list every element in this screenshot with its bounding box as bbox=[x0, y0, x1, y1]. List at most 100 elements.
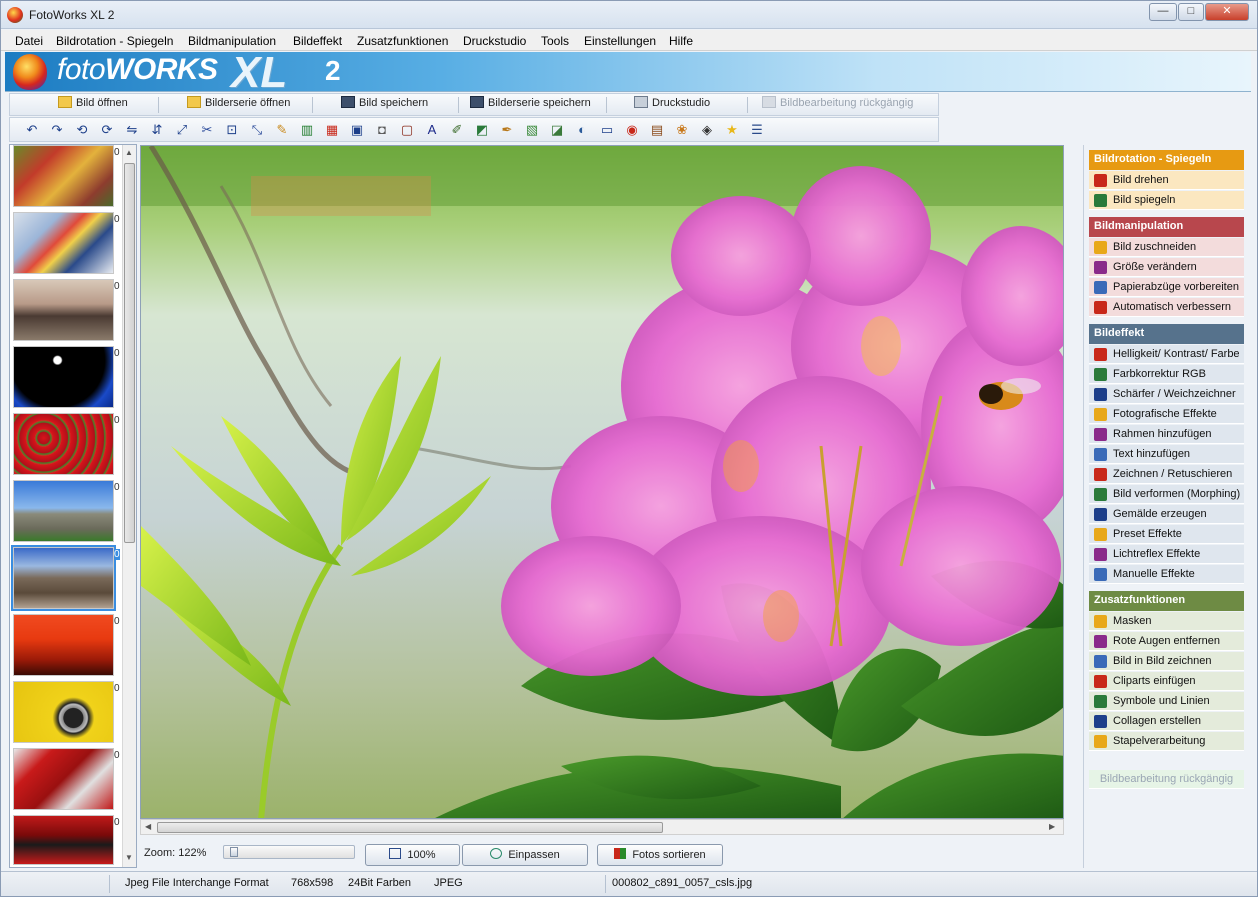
panel-item-1-1[interactable]: Größe verändern bbox=[1089, 258, 1244, 277]
lens-flare-icon[interactable]: ◪ bbox=[549, 122, 565, 138]
draw-icon[interactable]: ✐ bbox=[449, 122, 465, 138]
thumbnail-conference-room[interactable] bbox=[13, 279, 114, 341]
scroll-up-arrow-icon[interactable]: ▲ bbox=[125, 148, 133, 157]
rotate-cw-icon[interactable]: ⟳ bbox=[99, 122, 115, 138]
panel-item-2-9[interactable]: Preset Effekte bbox=[1089, 525, 1244, 544]
clipart-icon[interactable]: ❀ bbox=[674, 122, 690, 138]
pencil-icon[interactable]: ✎ bbox=[274, 122, 290, 138]
thumbnail-paints[interactable] bbox=[13, 212, 114, 274]
panel-item-3-4[interactable]: Symbole und Linien bbox=[1089, 692, 1244, 711]
panel-item-0-1[interactable]: Bild spiegeln bbox=[1089, 191, 1244, 210]
panel-item-2-8[interactable]: Gemälde erzeugen bbox=[1089, 505, 1244, 524]
red-eye-icon[interactable]: ◉ bbox=[624, 122, 640, 138]
section-header-0[interactable]: Bildrotation - Spiegeln bbox=[1089, 150, 1244, 170]
panel-item-1-0[interactable]: Bild zuschneiden bbox=[1089, 238, 1244, 257]
thumbnail-scroll-thumb[interactable] bbox=[124, 163, 135, 543]
section-header-2[interactable]: Bildeffekt bbox=[1089, 324, 1244, 344]
menu-bildrotation[interactable]: Bildrotation - Spiegeln bbox=[56, 34, 173, 48]
thumbnail-scrollbar[interactable]: ▲ ▼ bbox=[122, 145, 136, 867]
open-series-button[interactable]: Bilderserie öffnen bbox=[187, 96, 290, 114]
symbols-icon[interactable]: ◈ bbox=[699, 122, 715, 138]
zoom-100-button[interactable]: 100% bbox=[365, 844, 460, 866]
frame-icon[interactable]: ▢ bbox=[399, 122, 415, 138]
menu-einstellungen[interactable]: Einstellungen bbox=[584, 34, 656, 48]
star-icon[interactable]: ★ bbox=[724, 122, 740, 138]
scroll-right-arrow-icon[interactable]: ▶ bbox=[1049, 822, 1055, 831]
scissors-icon[interactable]: ✂ bbox=[199, 122, 215, 138]
menu-tools[interactable]: Tools bbox=[541, 34, 569, 48]
print-studio-button[interactable]: Druckstudio bbox=[634, 96, 710, 114]
morph-icon[interactable]: ◩ bbox=[474, 122, 490, 138]
section-header-1[interactable]: Bildmanipulation bbox=[1089, 217, 1244, 237]
thumbnail-yellow-car[interactable] bbox=[13, 681, 114, 743]
section-header-3[interactable]: Zusatzfunktionen bbox=[1089, 591, 1244, 611]
panel-item-2-10[interactable]: Lichtreflex Effekte bbox=[1089, 545, 1244, 564]
menu-druckstudio[interactable]: Druckstudio bbox=[463, 34, 526, 48]
mask-icon[interactable]: ▭ bbox=[599, 122, 615, 138]
rotate-ccw-icon[interactable]: ⟲ bbox=[74, 122, 90, 138]
panel-item-2-2[interactable]: Schärfer / Weichzeichner bbox=[1089, 385, 1244, 404]
panel-undo-button[interactable]: Bildbearbeitung rückgängig bbox=[1089, 770, 1244, 789]
panel-item-2-7[interactable]: Bild verformen (Morphing) bbox=[1089, 485, 1244, 504]
panel-item-3-0[interactable]: Masken bbox=[1089, 612, 1244, 631]
menu-datei[interactable]: Datei bbox=[15, 34, 43, 48]
panel-item-1-2[interactable]: Papierabzüge vorbereiten bbox=[1089, 278, 1244, 297]
panel-item-1-3[interactable]: Automatisch verbessern bbox=[1089, 298, 1244, 317]
scroll-down-arrow-icon[interactable]: ▼ bbox=[125, 853, 133, 862]
panel-item-3-5[interactable]: Collagen erstellen bbox=[1089, 712, 1244, 731]
preset-icon[interactable]: ▧ bbox=[524, 122, 540, 138]
panel-item-2-0[interactable]: Helligkeit/ Kontrast/ Farbe bbox=[1089, 345, 1244, 364]
rgb-icon[interactable]: ▦ bbox=[324, 122, 340, 138]
horizontal-scroll-thumb[interactable] bbox=[157, 822, 663, 833]
panel-item-2-6[interactable]: Zeichnen / Retuschieren bbox=[1089, 465, 1244, 484]
panel-item-2-5[interactable]: Text hinzufügen bbox=[1089, 445, 1244, 464]
panel-item-2-3[interactable]: Fotografische Effekte bbox=[1089, 405, 1244, 424]
panel-item-3-2[interactable]: Bild in Bild zeichnen bbox=[1089, 652, 1244, 671]
zoom-slider[interactable] bbox=[223, 845, 355, 859]
thumbnail-fruit-basket[interactable] bbox=[13, 145, 114, 207]
flip-rotate-icon[interactable]: ⤢ bbox=[174, 122, 190, 138]
undo-button[interactable]: Bildbearbeitung rückgängig bbox=[762, 96, 913, 114]
panel-item-3-1[interactable]: Rote Augen entfernen bbox=[1089, 632, 1244, 651]
rotate-right-icon[interactable]: ↷ bbox=[49, 122, 65, 138]
batch-icon[interactable]: ☰ bbox=[749, 122, 765, 138]
minimize-button[interactable]: — bbox=[1149, 3, 1177, 21]
camera-icon[interactable]: ◘ bbox=[374, 122, 390, 138]
thumbnail-red-car-interior[interactable] bbox=[13, 748, 114, 810]
scroll-left-arrow-icon[interactable]: ◀ bbox=[145, 822, 151, 831]
maximize-button[interactable]: □ bbox=[1178, 3, 1204, 21]
picture-in-picture-icon[interactable]: ▤ bbox=[649, 122, 665, 138]
close-button[interactable]: ✕ bbox=[1205, 3, 1249, 21]
thumbnail-red-car[interactable] bbox=[13, 815, 114, 865]
save-image-button[interactable]: Bild speichern bbox=[341, 96, 428, 114]
panel-item-2-1[interactable]: Farbkorrektur RGB bbox=[1089, 365, 1244, 384]
image-horizontal-scrollbar[interactable]: ◀ ▶ bbox=[140, 819, 1064, 835]
thumbnail-strawberries[interactable] bbox=[13, 413, 114, 475]
crop-icon[interactable]: ⊡ bbox=[224, 122, 240, 138]
panel-item-3-3[interactable]: Cliparts einfügen bbox=[1089, 672, 1244, 691]
panel-item-2-11[interactable]: Manuelle Effekte bbox=[1089, 565, 1244, 584]
menu-hilfe[interactable]: Hilfe bbox=[669, 34, 693, 48]
image-canvas[interactable] bbox=[140, 145, 1064, 819]
menu-zusatzfunktionen[interactable]: Zusatzfunktionen bbox=[357, 34, 448, 48]
sharpen-icon[interactable]: ▣ bbox=[349, 122, 365, 138]
text-icon[interactable]: A bbox=[424, 122, 440, 138]
panel-item-2-4[interactable]: Rahmen hinzufügen bbox=[1089, 425, 1244, 444]
menu-bildeffekt[interactable]: Bildeffekt bbox=[293, 34, 342, 48]
thumbnail-castle-bridge[interactable] bbox=[11, 545, 116, 611]
resize-icon[interactable]: ⤡ bbox=[249, 122, 265, 138]
flip-vertical-icon[interactable]: ⇵ bbox=[149, 122, 165, 138]
panel-item-3-6[interactable]: Stapelverarbeitung bbox=[1089, 732, 1244, 751]
save-series-button[interactable]: Bilderserie speichern bbox=[470, 96, 591, 114]
open-image-button[interactable]: Bild öffnen bbox=[58, 96, 128, 114]
manual-effects-icon[interactable]: ◐ bbox=[574, 122, 590, 138]
zoom-slider-handle[interactable] bbox=[230, 847, 238, 857]
rotate-left-icon[interactable]: ↶ bbox=[24, 122, 40, 138]
thumbnail-moon-earth[interactable] bbox=[13, 346, 114, 408]
menu-bildmanipulation[interactable]: Bildmanipulation bbox=[188, 34, 276, 48]
thumbnail-castle[interactable] bbox=[13, 480, 114, 542]
painting-icon[interactable]: ✒ bbox=[499, 122, 515, 138]
flip-horizontal-icon[interactable]: ⇋ bbox=[124, 122, 140, 138]
sort-photos-button[interactable]: Fotos sortieren bbox=[597, 844, 723, 866]
panel-item-0-0[interactable]: Bild drehen bbox=[1089, 171, 1244, 190]
